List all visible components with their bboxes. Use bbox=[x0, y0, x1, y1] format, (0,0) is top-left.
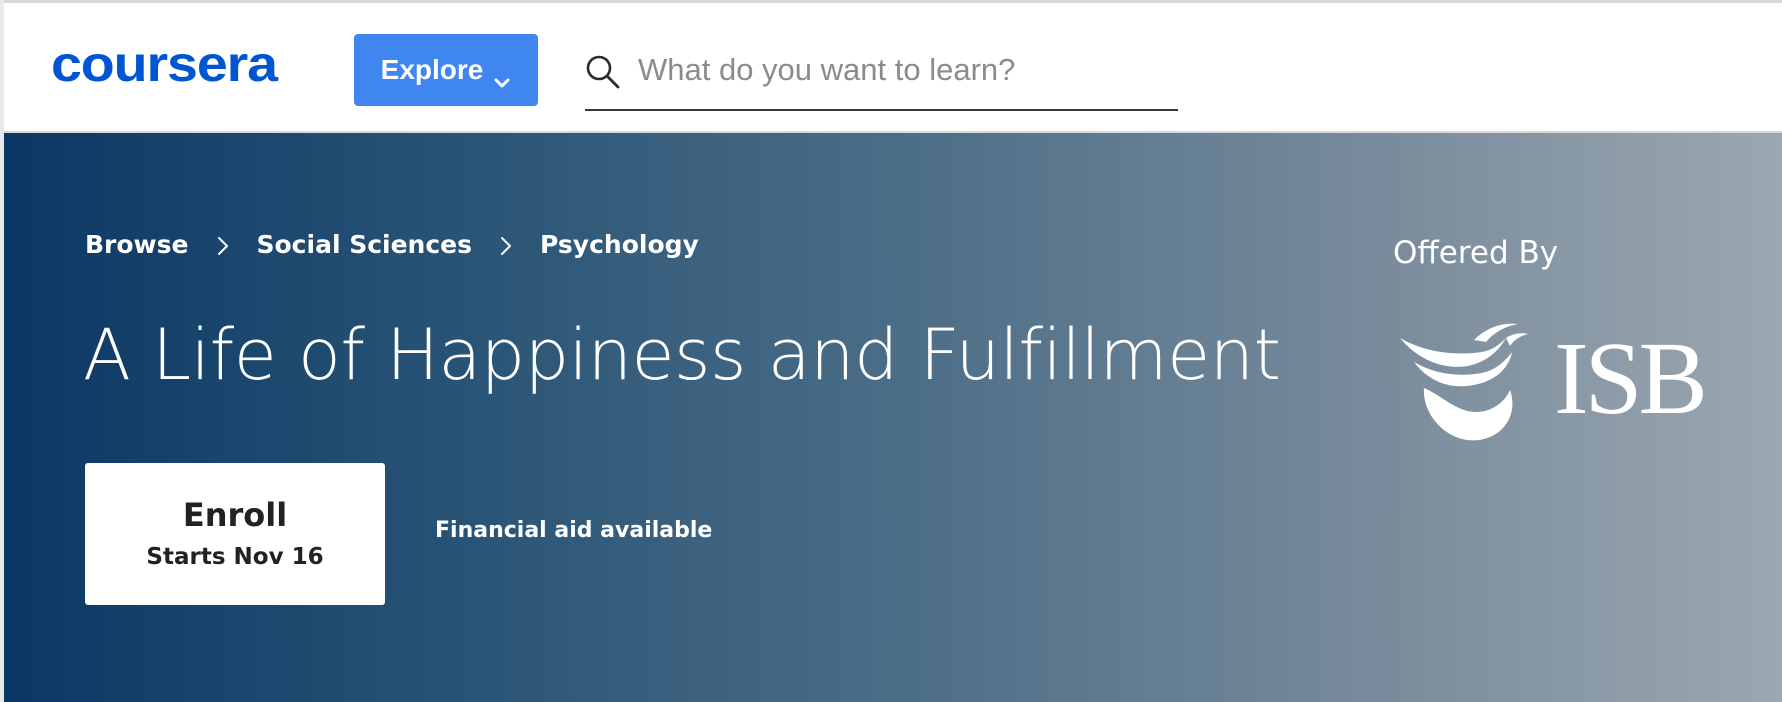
search-icon[interactable] bbox=[585, 54, 621, 90]
bird-emblem-icon bbox=[1400, 323, 1528, 441]
search-bar bbox=[585, 41, 1178, 111]
chevron-right-icon bbox=[216, 234, 230, 256]
course-title: A Life of Happiness and Fulfillment bbox=[83, 314, 1281, 396]
explore-button-label: Explore bbox=[380, 54, 484, 85]
chevron-down-icon bbox=[493, 64, 511, 88]
enroll-button[interactable]: Enroll Starts Nov 16 bbox=[85, 463, 385, 605]
breadcrumb: Browse Social Sciences Psychology bbox=[85, 230, 699, 259]
explore-button[interactable]: Explore bbox=[354, 34, 538, 106]
coursera-logo[interactable]: coursera bbox=[51, 36, 315, 103]
breadcrumb-psychology[interactable]: Psychology bbox=[540, 230, 699, 259]
partner-name-isb: ISB bbox=[1554, 321, 1708, 436]
breadcrumb-browse[interactable]: Browse bbox=[85, 230, 189, 259]
enroll-start-date: Starts Nov 16 bbox=[146, 544, 324, 570]
search-input[interactable] bbox=[635, 41, 1168, 99]
top-header: coursera Explore bbox=[4, 3, 1782, 133]
chevron-right-icon bbox=[499, 234, 513, 256]
coursera-logo-text: coursera bbox=[51, 37, 279, 92]
financial-aid-link[interactable]: Financial aid available bbox=[435, 518, 712, 543]
breadcrumb-social-sciences[interactable]: Social Sciences bbox=[257, 230, 473, 259]
offered-by-label: Offered By bbox=[1393, 235, 1559, 271]
coursera-logo-graphic: coursera bbox=[51, 36, 280, 92]
enroll-button-label: Enroll bbox=[182, 496, 288, 534]
course-hero-banner: Browse Social Sciences Psychology A Life… bbox=[4, 133, 1782, 702]
partner-logo-isb[interactable]: ISB bbox=[1394, 316, 1714, 446]
